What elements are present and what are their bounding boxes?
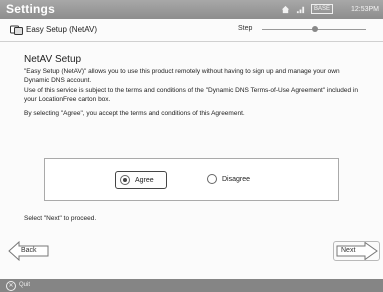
- agreement-options: Agree Disagree: [44, 158, 339, 201]
- agree-label: Agree: [135, 176, 154, 184]
- description-paragraph: Use of this service is subject to the te…: [24, 87, 358, 103]
- next-button[interactable]: Next: [333, 241, 380, 261]
- easy-setup-icon: [10, 25, 23, 35]
- back-button[interactable]: Back: [8, 241, 50, 261]
- agree-radio[interactable]: [120, 175, 130, 185]
- network-icon: [296, 6, 305, 13]
- breadcrumb: Easy Setup (NetAV) Step: [0, 19, 383, 42]
- proceed-hint: Select "Next" to proceed.: [24, 215, 97, 222]
- clock: 12:53PM: [350, 5, 379, 13]
- step-progress-marker: [312, 26, 318, 32]
- title-bar: Settings BASE 12:53PM: [0, 0, 383, 19]
- next-label: Next: [341, 247, 356, 254]
- page-heading: NetAV Setup: [24, 54, 82, 65]
- disagree-radio[interactable]: [207, 174, 217, 184]
- window-title: Settings: [6, 2, 55, 16]
- disagree-option[interactable]: Disagree: [203, 171, 254, 187]
- base-icon: BASE: [310, 4, 333, 14]
- footer-bar: ✕ Quit: [0, 279, 383, 292]
- breadcrumb-title: Easy Setup (NetAV): [26, 25, 97, 34]
- home-icon: [281, 5, 290, 13]
- disagree-label: Disagree: [222, 175, 251, 183]
- description-paragraph: "Easy Setup (NetAV)" allows you to use t…: [24, 68, 340, 84]
- back-label: Back: [21, 247, 37, 254]
- quit-icon[interactable]: ✕: [6, 281, 16, 291]
- main-panel: Easy Setup (NetAV) Step NetAV Setup "Eas…: [0, 19, 383, 279]
- status-area: BASE 12:53PM: [281, 4, 379, 14]
- quit-label[interactable]: Quit: [19, 282, 30, 288]
- agree-option[interactable]: Agree: [115, 171, 167, 189]
- description-paragraph: By selecting "Agree", you accept the ter…: [24, 110, 245, 118]
- description: "Easy Setup (NetAV)" allows you to use t…: [24, 68, 364, 121]
- step-label: Step: [238, 25, 253, 32]
